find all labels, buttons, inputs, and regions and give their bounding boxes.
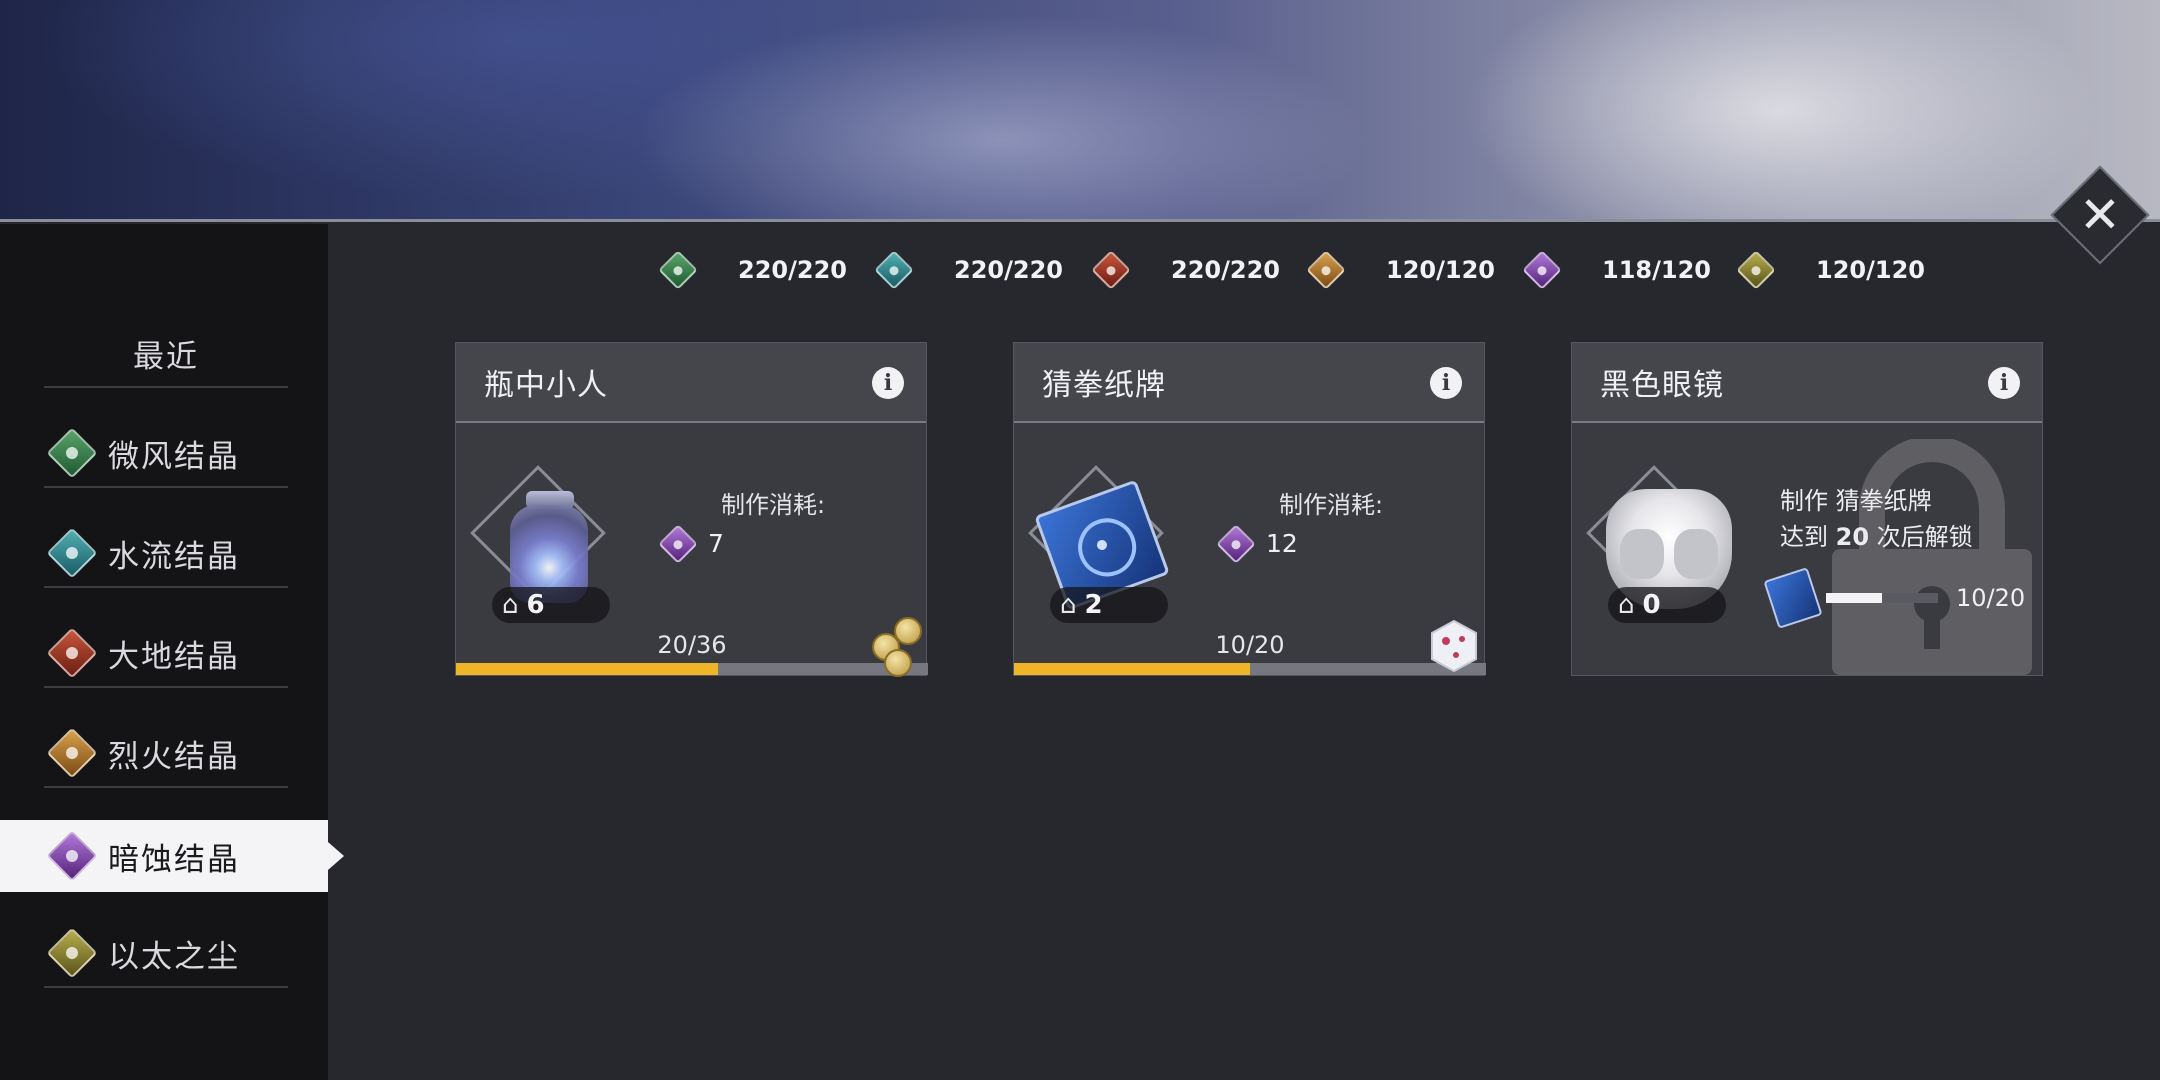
dark-crystal-icon bbox=[46, 830, 98, 882]
cost-row: 12 bbox=[1216, 523, 1298, 564]
dark-crystal-icon bbox=[1216, 523, 1256, 564]
card-header: 黑色眼镜 i bbox=[1572, 343, 2042, 423]
storage-icon: ⌂ bbox=[1060, 590, 1077, 620]
wind-crystal-icon bbox=[46, 427, 98, 479]
water-crystal-icon bbox=[874, 250, 914, 290]
sidebar-item-label: 最近 bbox=[133, 338, 199, 375]
unlock-item-name: 猜拳纸牌 bbox=[1835, 487, 1932, 515]
sidebar-item-dark[interactable]: 暗蚀结晶 bbox=[0, 820, 344, 892]
playing-card-item-icon bbox=[1763, 567, 1823, 629]
unlock-condition: 制作 猜拳纸牌 达到 20 次后解锁 bbox=[1780, 483, 1973, 555]
craft-card-black-glasses[interactable]: 黑色眼镜 i ⌂ 0 制作 猜拳纸牌 达到 20 次后解锁 10/20 bbox=[1571, 342, 2043, 676]
sidebar-item-label: 以太之尘 bbox=[108, 938, 240, 975]
cost-row: 7 bbox=[658, 523, 724, 564]
unlock-progress-bar bbox=[1826, 593, 1938, 603]
unlock-progress-fill bbox=[1826, 593, 1882, 603]
sidebar-item-water[interactable]: 水流结晶 bbox=[44, 520, 288, 588]
resource-dark: 118/120 bbox=[1522, 250, 1711, 290]
top-banner bbox=[0, 0, 2160, 222]
sidebar-item-earth[interactable]: 大地结晶 bbox=[44, 620, 288, 688]
fire-crystal-icon bbox=[46, 727, 98, 779]
dark-crystal-icon bbox=[658, 523, 698, 564]
sidebar-item-wind[interactable]: 微风结晶 bbox=[44, 420, 288, 488]
info-icon[interactable]: i bbox=[872, 367, 904, 399]
resource-count: 118/120 bbox=[1602, 256, 1711, 284]
stock-badge: ⌂ 6 bbox=[492, 587, 610, 623]
unlock-progress-text: 10/20 bbox=[1956, 584, 2026, 612]
card-title: 猜拳纸牌 bbox=[1042, 368, 1166, 403]
craft-card-rps-cards[interactable]: 猜拳纸牌 i ⌂ 2 制作消耗: 12 10/20 bbox=[1013, 342, 1486, 676]
progress-text: 10/20 bbox=[1215, 631, 1285, 659]
wind-crystal-icon bbox=[658, 250, 698, 290]
card-header: 猜拳纸牌 i bbox=[1014, 343, 1484, 423]
sidebar-item-ether[interactable]: 以太之尘 bbox=[44, 920, 288, 988]
ether-dust-icon bbox=[1736, 250, 1776, 290]
resource-count: 220/220 bbox=[954, 256, 1063, 284]
sidebar-item-label: 水流结晶 bbox=[108, 538, 240, 575]
storage-icon: ⌂ bbox=[502, 590, 519, 620]
progress-text: 20/36 bbox=[657, 631, 727, 659]
dark-crystal-icon bbox=[1522, 250, 1562, 290]
cost-label: 制作消耗: bbox=[1279, 491, 1384, 519]
card-header: 瓶中小人 i bbox=[456, 343, 926, 423]
card-title: 瓶中小人 bbox=[484, 368, 608, 403]
resource-count: 220/220 bbox=[1171, 256, 1280, 284]
ether-dust-icon bbox=[46, 927, 98, 979]
dice-icon bbox=[1431, 619, 1477, 673]
unlock-text: 制作 bbox=[1780, 487, 1836, 515]
fire-crystal-icon bbox=[1306, 250, 1346, 290]
sidebar-item-fire[interactable]: 烈火结晶 bbox=[44, 720, 288, 788]
sidebar-item-label: 暗蚀结晶 bbox=[108, 841, 240, 878]
water-crystal-icon bbox=[46, 527, 98, 579]
resource-fire: 120/120 bbox=[1306, 250, 1495, 290]
lock-icon bbox=[1832, 439, 2032, 675]
resource-count: 120/120 bbox=[1386, 256, 1495, 284]
resource-count: 220/220 bbox=[738, 256, 847, 284]
close-icon: ✕ bbox=[2079, 186, 2121, 244]
cost-amount: 7 bbox=[708, 529, 724, 558]
cost-amount: 12 bbox=[1266, 529, 1298, 558]
card-title: 黑色眼镜 bbox=[1600, 368, 1724, 403]
earth-crystal-icon bbox=[1091, 250, 1131, 290]
unlock-text: 次后解锁 bbox=[1869, 523, 1973, 551]
info-icon[interactable]: i bbox=[1988, 367, 2020, 399]
coins-icon bbox=[868, 615, 924, 677]
unlock-count: 20 bbox=[1835, 523, 1870, 551]
resource-wind: 220/220 bbox=[658, 250, 847, 290]
progress-fill bbox=[1014, 663, 1250, 675]
resource-earth: 220/220 bbox=[1091, 250, 1280, 290]
storage-icon: ⌂ bbox=[1618, 590, 1635, 620]
sidebar: 最近 微风结晶 水流结晶 大地结晶 烈火结晶 以太之尘 bbox=[0, 224, 328, 1080]
stock-badge: ⌂ 2 bbox=[1050, 587, 1168, 623]
progress-bar bbox=[1014, 663, 1486, 675]
progress-fill bbox=[456, 663, 718, 675]
sidebar-item-recent[interactable]: 最近 bbox=[44, 320, 288, 388]
stock-count: 2 bbox=[1084, 590, 1103, 620]
unlock-progress-row: 10/20 bbox=[1763, 567, 2032, 629]
progress-bar bbox=[456, 663, 928, 675]
sidebar-item-label: 烈火结晶 bbox=[108, 738, 240, 775]
resource-count: 120/120 bbox=[1816, 256, 1925, 284]
stock-badge: ⌂ 0 bbox=[1608, 587, 1726, 623]
craft-card-bottle-person[interactable]: 瓶中小人 i ⌂ 6 制作消耗: 7 20/36 bbox=[455, 342, 928, 677]
sidebar-item-label: 大地结晶 bbox=[108, 638, 240, 675]
resource-water: 220/220 bbox=[874, 250, 1063, 290]
resource-ether: 120/120 bbox=[1736, 250, 1925, 290]
sidebar-item-label: 微风结晶 bbox=[108, 438, 240, 475]
info-icon[interactable]: i bbox=[1430, 367, 1462, 399]
cost-label: 制作消耗: bbox=[721, 491, 826, 519]
unlock-text: 达到 bbox=[1780, 523, 1836, 551]
stock-count: 6 bbox=[526, 590, 545, 620]
earth-crystal-icon bbox=[46, 627, 98, 679]
stock-count: 0 bbox=[1642, 590, 1661, 620]
